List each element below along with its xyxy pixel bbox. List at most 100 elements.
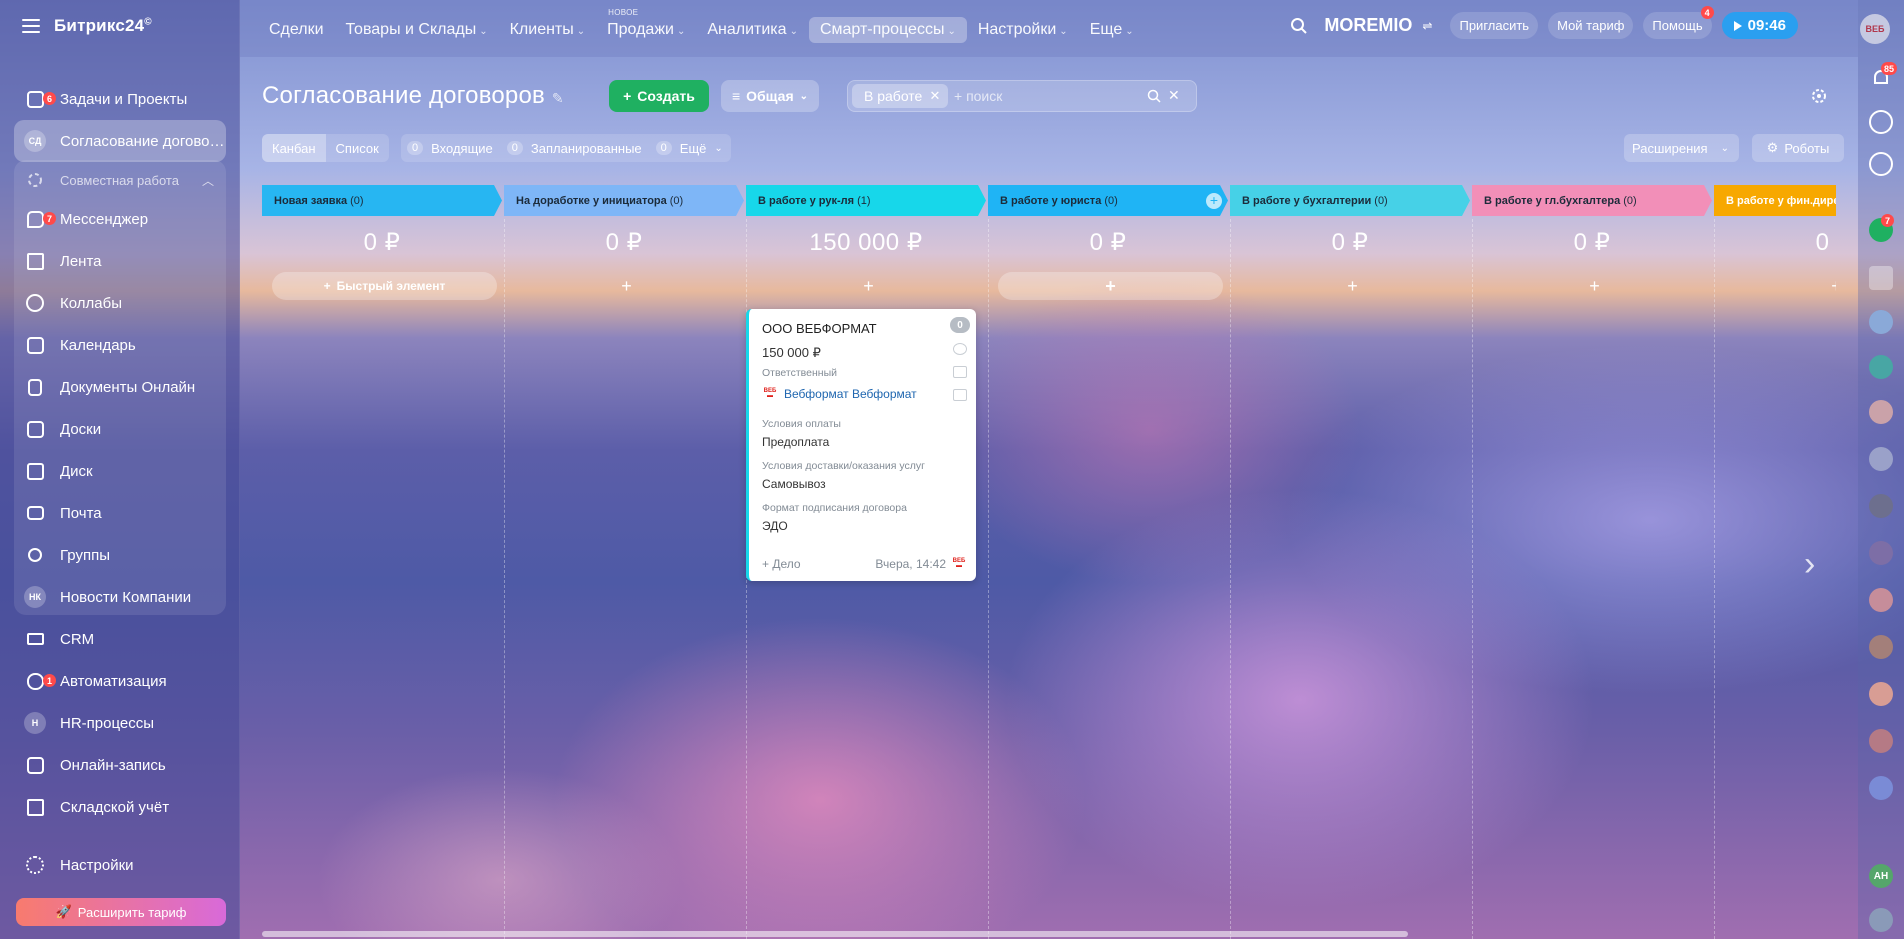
horizontal-scrollbar[interactable] bbox=[262, 931, 1408, 937]
sidebar-item-boards[interactable]: Доски bbox=[14, 408, 226, 450]
gear-icon[interactable] bbox=[1807, 84, 1831, 108]
sidebar-item-calendar[interactable]: Календарь bbox=[14, 324, 226, 366]
sidebar-item-feed[interactable]: Лента bbox=[14, 240, 226, 282]
column-header[interactable]: В работе у юриста (0) bbox=[988, 185, 1228, 216]
user-chat-avatar[interactable] bbox=[1869, 635, 1893, 659]
workday-timer-button[interactable]: 09:46 bbox=[1721, 12, 1798, 39]
sidebar-item-automation[interactable]: 1 Автоматизация bbox=[14, 660, 226, 702]
chat-icon[interactable] bbox=[953, 389, 967, 401]
nav-analytics[interactable]: Аналитика ⌄ bbox=[696, 17, 809, 43]
nav-clients[interactable]: Клиенты ⌄ bbox=[499, 17, 597, 43]
user-chat-avatar[interactable] bbox=[1869, 908, 1893, 932]
sidebar-item-mail[interactable]: Почта bbox=[14, 492, 226, 534]
calendar-icon[interactable]: 7 bbox=[1869, 214, 1894, 242]
column-header[interactable]: В работе у фин.дире bbox=[1714, 185, 1836, 216]
group-chat-avatar[interactable] bbox=[1869, 355, 1893, 379]
nav-smart-processes[interactable]: Смарт-процессы ⌄ bbox=[808, 17, 967, 43]
extensions-button[interactable]: Расширения ⌄ bbox=[1624, 134, 1739, 162]
quick-add-button[interactable]: + Быстрый элемент bbox=[272, 272, 497, 300]
card-title[interactable]: ООО ВЕБФОРМАТ bbox=[762, 321, 877, 336]
filter-chip-in-progress[interactable]: В работе ✕ bbox=[852, 84, 949, 108]
sidebar-item-news[interactable]: НК Новости Компании bbox=[14, 576, 226, 618]
counters-bar: 0 Входящие 0 Запланированные 0 Ещё ⌄ bbox=[401, 134, 731, 162]
add-task-link[interactable]: + Дело bbox=[762, 557, 801, 571]
sidebar-item-groups[interactable]: Группы bbox=[14, 534, 226, 576]
user-initials-avatar[interactable]: АН bbox=[1869, 864, 1893, 888]
user-chat-avatar[interactable] bbox=[1869, 729, 1893, 753]
my-plan-button[interactable]: Мой тариф bbox=[1548, 12, 1634, 39]
user-chat-avatar[interactable] bbox=[1869, 588, 1893, 612]
search-icon[interactable] bbox=[1290, 17, 1308, 35]
activity-icon[interactable] bbox=[1869, 110, 1893, 134]
settings-sliders-icon[interactable]: ⇌ bbox=[1422, 19, 1432, 33]
counter-more[interactable]: 0 Ещё ⌄ bbox=[655, 141, 723, 156]
phone-icon[interactable] bbox=[953, 343, 967, 355]
clear-search-icon[interactable]: ✕ bbox=[1168, 87, 1180, 104]
view-list-tab[interactable]: Список bbox=[326, 134, 389, 162]
sidebar-item-settings[interactable]: Настройки bbox=[14, 844, 226, 886]
sidebar-item-disk[interactable]: Диск bbox=[14, 450, 226, 492]
view-kanban-tab[interactable]: Канбан bbox=[262, 134, 326, 162]
sidebar-item-booking[interactable]: Онлайн-запись bbox=[14, 744, 226, 786]
counter-incoming[interactable]: 0 Входящие bbox=[407, 141, 493, 156]
nav-more[interactable]: Еще ⌄ bbox=[1079, 17, 1145, 43]
column-header[interactable]: На доработке у инициатора (0) bbox=[504, 185, 744, 216]
user-chat-avatar[interactable] bbox=[1869, 541, 1893, 565]
search-input[interactable] bbox=[954, 86, 1134, 106]
sidebar-item-hr[interactable]: Н HR-процессы bbox=[14, 702, 226, 744]
sidebar-item-collabs[interactable]: Коллабы bbox=[14, 282, 226, 324]
column-header[interactable]: В работе у гл.бухгалтера (0) bbox=[1472, 185, 1712, 216]
column-header[interactable]: Новая заявка (0) bbox=[262, 185, 502, 216]
user-chat-avatar[interactable] bbox=[1869, 682, 1893, 706]
chat-bubble-icon[interactable] bbox=[1869, 152, 1893, 176]
column-header[interactable]: В работе у бухгалтерии (0) bbox=[1230, 185, 1470, 216]
add-stage-plus-icon[interactable]: + bbox=[1206, 193, 1222, 209]
help-button[interactable]: Помощь 4 bbox=[1643, 6, 1714, 39]
user-chat-avatar[interactable] bbox=[1869, 494, 1893, 518]
sidebar-section-collab[interactable]: Совместная работа ︿ bbox=[14, 162, 226, 198]
add-item-plus-icon[interactable]: + bbox=[1724, 272, 1836, 300]
sidebar-item-tasks[interactable]: 6 Задачи и Проекты bbox=[14, 78, 226, 120]
search-icon[interactable] bbox=[1147, 89, 1161, 103]
responsible-person[interactable]: ВЕБ ▬ Вебформат Вебформат bbox=[762, 387, 917, 401]
remove-filter-icon[interactable]: ✕ bbox=[929, 88, 940, 104]
counter-scheduled[interactable]: 0 Запланированные bbox=[506, 141, 642, 156]
sidebar-item-docs[interactable]: Документы Онлайн bbox=[14, 366, 226, 408]
nav-sales[interactable]: НОВОЕ Продажи ⌄ bbox=[596, 8, 696, 43]
robots-button[interactable]: ⚙ Роботы bbox=[1752, 134, 1844, 162]
upgrade-plan-button[interactable]: 🚀 Расширить тариф bbox=[16, 898, 226, 926]
notification-bell-icon[interactable]: 85 bbox=[1869, 62, 1898, 90]
contact-card-icon[interactable] bbox=[1869, 266, 1893, 290]
mail-icon bbox=[24, 502, 46, 524]
add-item-plus-icon[interactable]: + bbox=[1482, 272, 1707, 300]
nav-products[interactable]: Товары и Склады ⌄ bbox=[335, 17, 499, 43]
collapse-chevron-icon[interactable]: ︿ bbox=[202, 172, 214, 189]
mail-icon[interactable] bbox=[953, 366, 967, 378]
add-item-plus-icon[interactable]: + bbox=[998, 272, 1223, 300]
add-item-plus-icon[interactable]: + bbox=[756, 272, 981, 300]
kanban-column: Новая заявка (0) 0 ₽ + Быстрый элемент bbox=[262, 185, 502, 939]
sidebar-item-messenger[interactable]: 7 Мессенджер bbox=[14, 198, 226, 240]
sidebar-item-crm[interactable]: CRM bbox=[14, 618, 226, 660]
category-select[interactable]: ≡ Общая ⌄ bbox=[721, 80, 819, 112]
sidebar-item-warehouse[interactable]: Складской учёт bbox=[14, 786, 226, 828]
bookmark-icon[interactable] bbox=[1869, 776, 1893, 800]
invite-button[interactable]: Пригласить bbox=[1450, 12, 1539, 39]
bitrix-logo[interactable]: Битрикс24© bbox=[54, 16, 152, 36]
menu-burger-icon[interactable] bbox=[22, 19, 40, 33]
add-item-plus-icon[interactable]: + bbox=[1240, 272, 1465, 300]
pin-icon[interactable]: ✎ bbox=[552, 90, 564, 106]
deal-card[interactable]: ООО ВЕБФОРМАТ 0 150 000 ₽ Ответственный … bbox=[746, 309, 976, 581]
nav-settings[interactable]: Настройки ⌄ bbox=[967, 17, 1079, 43]
user-chat-avatar[interactable] bbox=[1869, 400, 1893, 424]
sidebar-item-contracts[interactable]: СД Согласование догово… bbox=[14, 120, 226, 162]
add-item-plus-icon[interactable]: + bbox=[514, 272, 739, 300]
scroll-right-arrow-icon[interactable]: › bbox=[1804, 545, 1815, 584]
group-chat-avatar[interactable] bbox=[1869, 310, 1893, 334]
nav-deals[interactable]: Сделки bbox=[258, 17, 335, 43]
filter-search-box[interactable]: В работе✕ ✕ bbox=[847, 80, 1197, 112]
company-name[interactable]: MOREMIO bbox=[1324, 15, 1412, 36]
user-chat-avatar[interactable] bbox=[1869, 447, 1893, 471]
column-header[interactable]: В работе у рук-ля (1) bbox=[746, 185, 986, 216]
create-button[interactable]: + Создать bbox=[609, 80, 709, 112]
